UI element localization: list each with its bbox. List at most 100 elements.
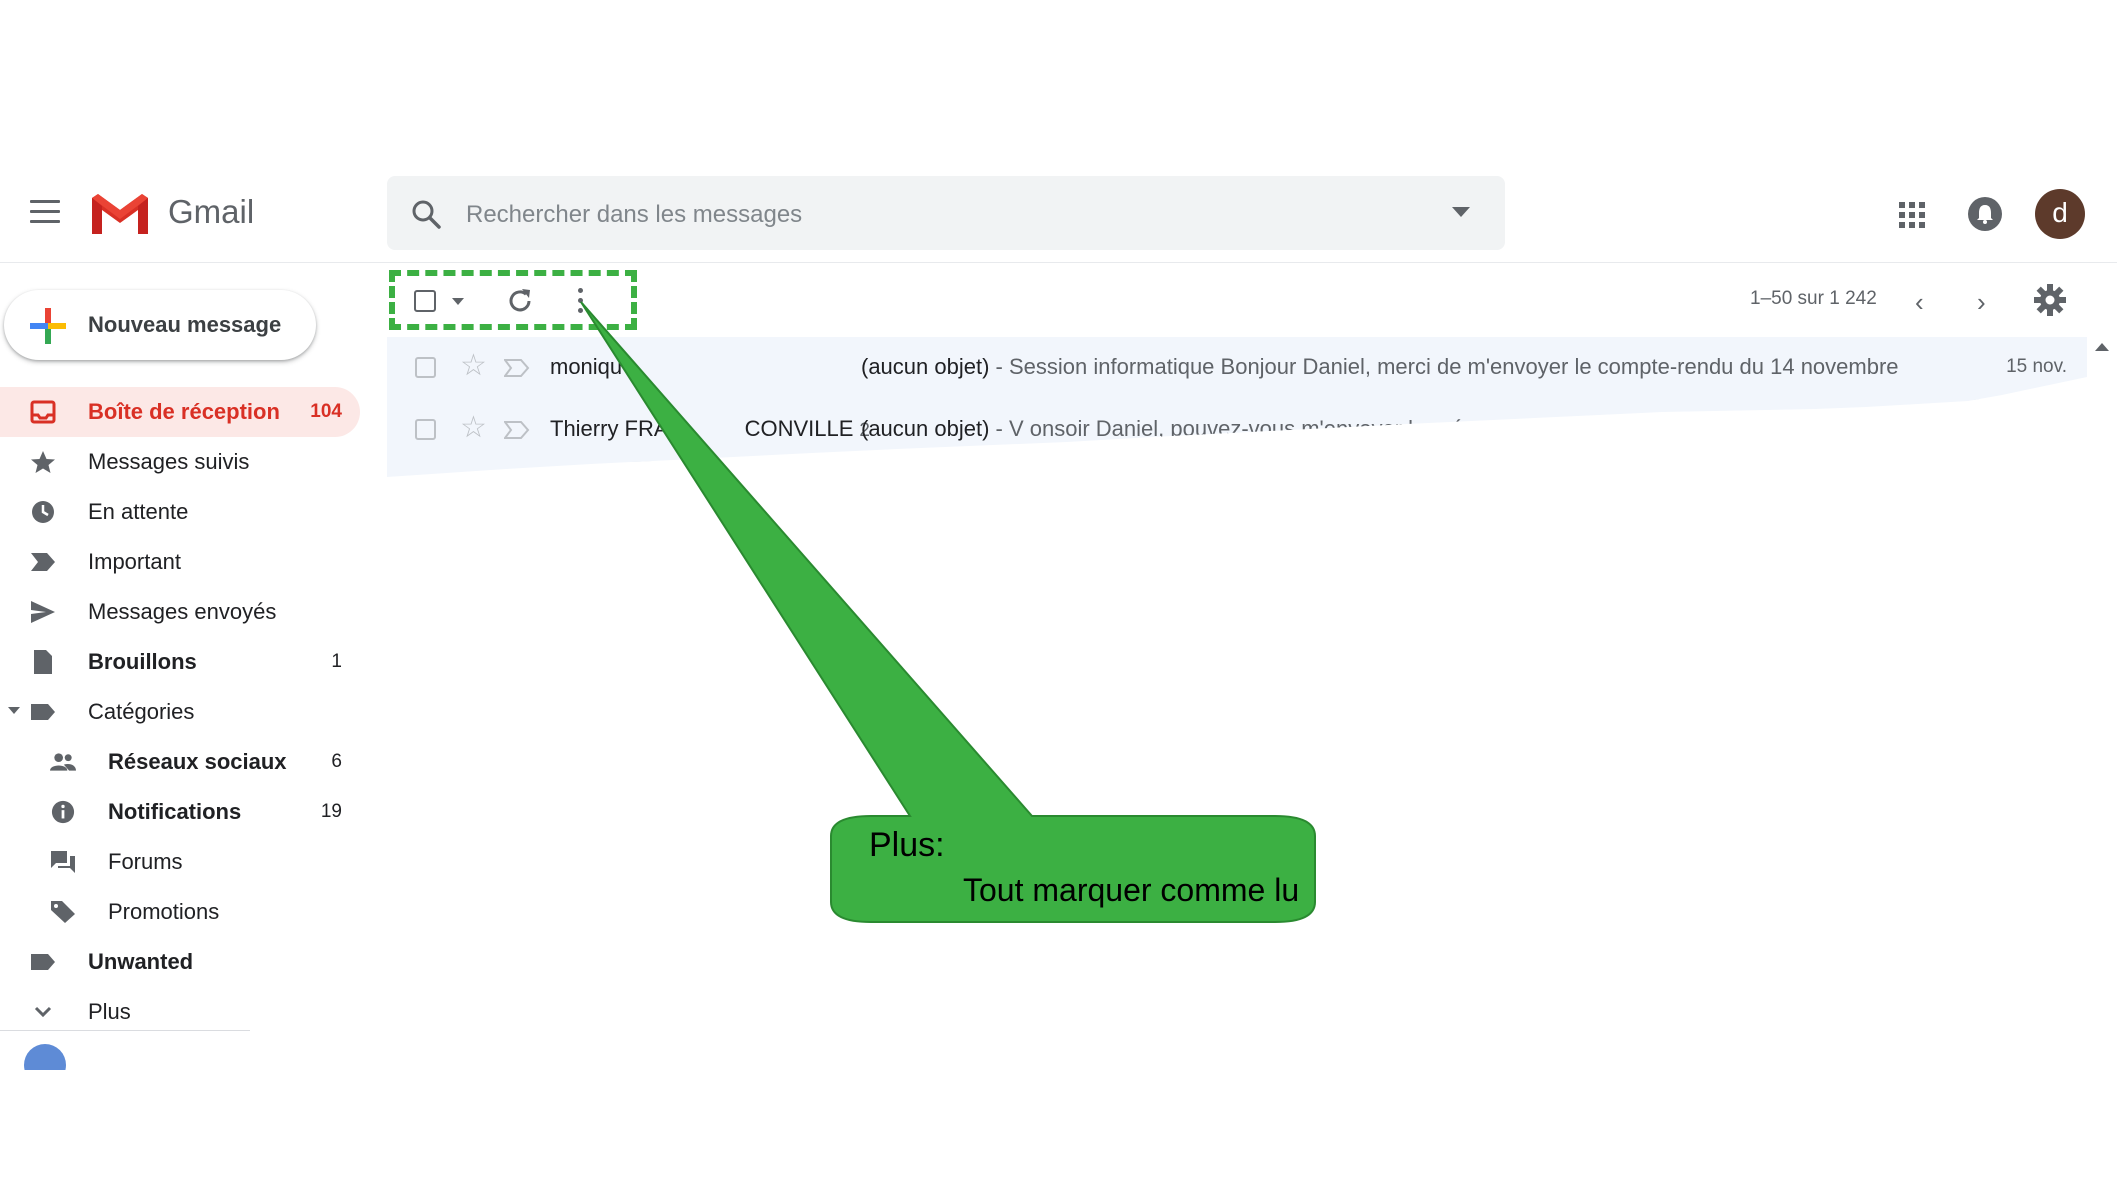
callout-text: Tout marquer comme lu <box>963 872 1300 908</box>
inbox-icon <box>30 400 56 424</box>
snowflake-emoji-icon <box>1757 479 1779 501</box>
sidebar-divider <box>0 1030 250 1031</box>
next-page-icon[interactable]: › <box>1977 287 1986 318</box>
row-checkbox[interactable] <box>415 543 436 564</box>
email-row[interactable]: ☆ Facebook <box>387 709 2087 772</box>
chevron-down-icon <box>34 1006 52 1018</box>
email-row[interactable]: ☆ moniqu (aucun objet) - Session informa… <box>387 337 2087 400</box>
important-marker-icon[interactable] <box>504 359 530 377</box>
expand-caret-icon[interactable] <box>8 707 20 714</box>
sidebar-item-label: En attente <box>88 499 189 524</box>
email-date: 14 nov. <box>2006 480 2067 501</box>
sidebar-item-sent[interactable]: Messages envoyés <box>0 587 360 637</box>
search-input[interactable] <box>466 199 1366 231</box>
email-subject: (aucun objet) - V onsoir Daniel, pouvez-… <box>861 416 1913 441</box>
sidebar-item-promotions[interactable]: Promotions <box>0 887 360 937</box>
important-icon <box>31 553 55 571</box>
people-icon <box>50 753 76 771</box>
row-checkbox[interactable] <box>415 667 436 688</box>
important-marker-icon[interactable] <box>504 545 530 563</box>
sidebar-item-label: Catégories <box>88 699 195 724</box>
email-sender: Corel <box>550 540 603 565</box>
email-sender: Thierry FRA CONVILLE 2 <box>550 416 870 441</box>
sidebar-item-label: Réseaux sociaux <box>108 749 287 774</box>
star-icon[interactable]: ☆ <box>460 661 487 691</box>
important-marker-icon[interactable] <box>504 731 530 749</box>
important-marker-icon[interactable] <box>504 421 530 439</box>
row-checkbox[interactable] <box>415 729 436 750</box>
email-row[interactable]: ☆ Corel » DERNIÈRES HEURES « Nos bonnes … <box>387 523 2087 586</box>
main-menu-icon[interactable] <box>30 200 60 224</box>
star-icon[interactable]: ☆ <box>460 537 487 567</box>
callout-title: Plus: <box>869 826 945 864</box>
email-row[interactable]: ☆ Julie de Yuka Découvrez les fruits & l… <box>387 461 2087 503</box>
sidebar-item-label: Unwanted <box>88 949 194 974</box>
header-divider <box>0 262 2117 263</box>
hangouts-avatar[interactable] <box>24 1044 66 1070</box>
sidebar-item-drafts[interactable]: Brouillons 1 <box>0 637 360 687</box>
email-date: 14 nov. <box>2006 418 2067 439</box>
sidebar-item-starred[interactable]: Messages suivis <box>0 437 360 487</box>
email-subject: Modifications des Conditions générales d… <box>861 602 1374 627</box>
sidebar-item-forums[interactable]: Forums <box>0 837 360 887</box>
star-icon[interactable]: ☆ <box>460 475 487 478</box>
sidebar-item-label: Messages suivis <box>88 449 250 474</box>
sidebar-item-label: Promotions <box>108 899 220 924</box>
account-avatar[interactable]: d <box>2035 189 2085 239</box>
email-row[interactable]: ☆ Samsung Cloud Modifications des Condit… <box>387 585 2087 648</box>
sidebar-item-label: Boîte de réception <box>88 399 280 424</box>
settings-gear-icon[interactable] <box>2033 283 2067 317</box>
sidebar-item-label: Plus <box>88 999 131 1024</box>
label-icon <box>31 954 55 970</box>
sidebar-item-important[interactable]: Important <box>0 537 360 587</box>
search-options-dropdown-icon[interactable] <box>1452 207 1470 217</box>
important-marker-icon[interactable] <box>504 669 530 687</box>
compose-button[interactable]: Nouveau message <box>4 290 316 360</box>
email-subject: Découvrez les fruits & légumes de saison… <box>861 478 1897 503</box>
row-checkbox[interactable] <box>415 481 436 502</box>
notifications-icon[interactable] <box>1968 197 2002 231</box>
email-sender: Julie de Yuka <box>550 478 681 503</box>
star-icon <box>31 451 55 473</box>
star-icon[interactable]: ☆ <box>460 413 487 443</box>
pagination-info: 1–50 sur 1 242 <box>1750 288 1877 309</box>
send-icon <box>31 601 55 623</box>
apps-grid-icon[interactable] <box>1897 200 1927 230</box>
email-list: ☆ moniqu (aucun objet) - Session informa… <box>387 337 2087 772</box>
important-marker-icon[interactable] <box>504 607 530 625</box>
tag-icon <box>51 901 75 923</box>
star-icon[interactable]: ☆ <box>460 599 487 629</box>
sidebar-item-social[interactable]: Réseaux sociaux 6 <box>0 737 360 787</box>
important-marker-icon[interactable] <box>504 483 530 501</box>
search-icon[interactable] <box>410 198 442 230</box>
row-checkbox[interactable] <box>415 605 436 626</box>
sidebar-item-notifications[interactable]: Notifications 19 <box>0 787 360 837</box>
sidebar-item-unwanted[interactable]: Unwanted <box>0 937 360 987</box>
scroll-up-arrow-icon[interactable] <box>2095 343 2109 351</box>
star-icon[interactable]: ☆ <box>460 723 487 753</box>
row-checkbox[interactable] <box>415 419 436 440</box>
highlight-dashed-box <box>389 270 637 330</box>
email-subject: » DERNIÈRES HEURES « Nos bonnes affaires… <box>861 540 1913 565</box>
sidebar-item-label: Notifications <box>108 799 242 824</box>
email-sender: Facebook <box>550 726 647 751</box>
star-icon[interactable]: ☆ <box>460 351 487 381</box>
email-row[interactable]: ☆ Thierry FRA CONVILLE 2 (aucun objet) - V… <box>387 399 2087 462</box>
chestnut-emoji-icon <box>1269 479 1291 501</box>
label-icon <box>31 704 55 720</box>
draft-icon <box>34 650 52 674</box>
email-sender: Samsung Cloud <box>550 602 707 627</box>
row-checkbox[interactable] <box>415 357 436 378</box>
sidebar-item-snoozed[interactable]: En attente <box>0 487 360 537</box>
previous-page-icon[interactable]: ‹ <box>1915 287 1924 318</box>
email-date: 15 nov. <box>2006 356 2067 377</box>
forum-icon <box>51 851 75 873</box>
compose-label: Nouveau message <box>88 312 282 337</box>
sidebar-item-inbox[interactable]: Boîte de réception 104 <box>0 387 360 437</box>
clock-icon <box>32 501 54 523</box>
sidebar-item-label: Brouillons <box>88 649 197 674</box>
gmail-logo[interactable] <box>90 192 150 236</box>
unread-count: 19 <box>320 801 342 822</box>
email-row[interactable]: ☆ Reine, moi 2 <box>387 647 2087 710</box>
sidebar-item-categories[interactable]: Catégories <box>0 687 360 737</box>
